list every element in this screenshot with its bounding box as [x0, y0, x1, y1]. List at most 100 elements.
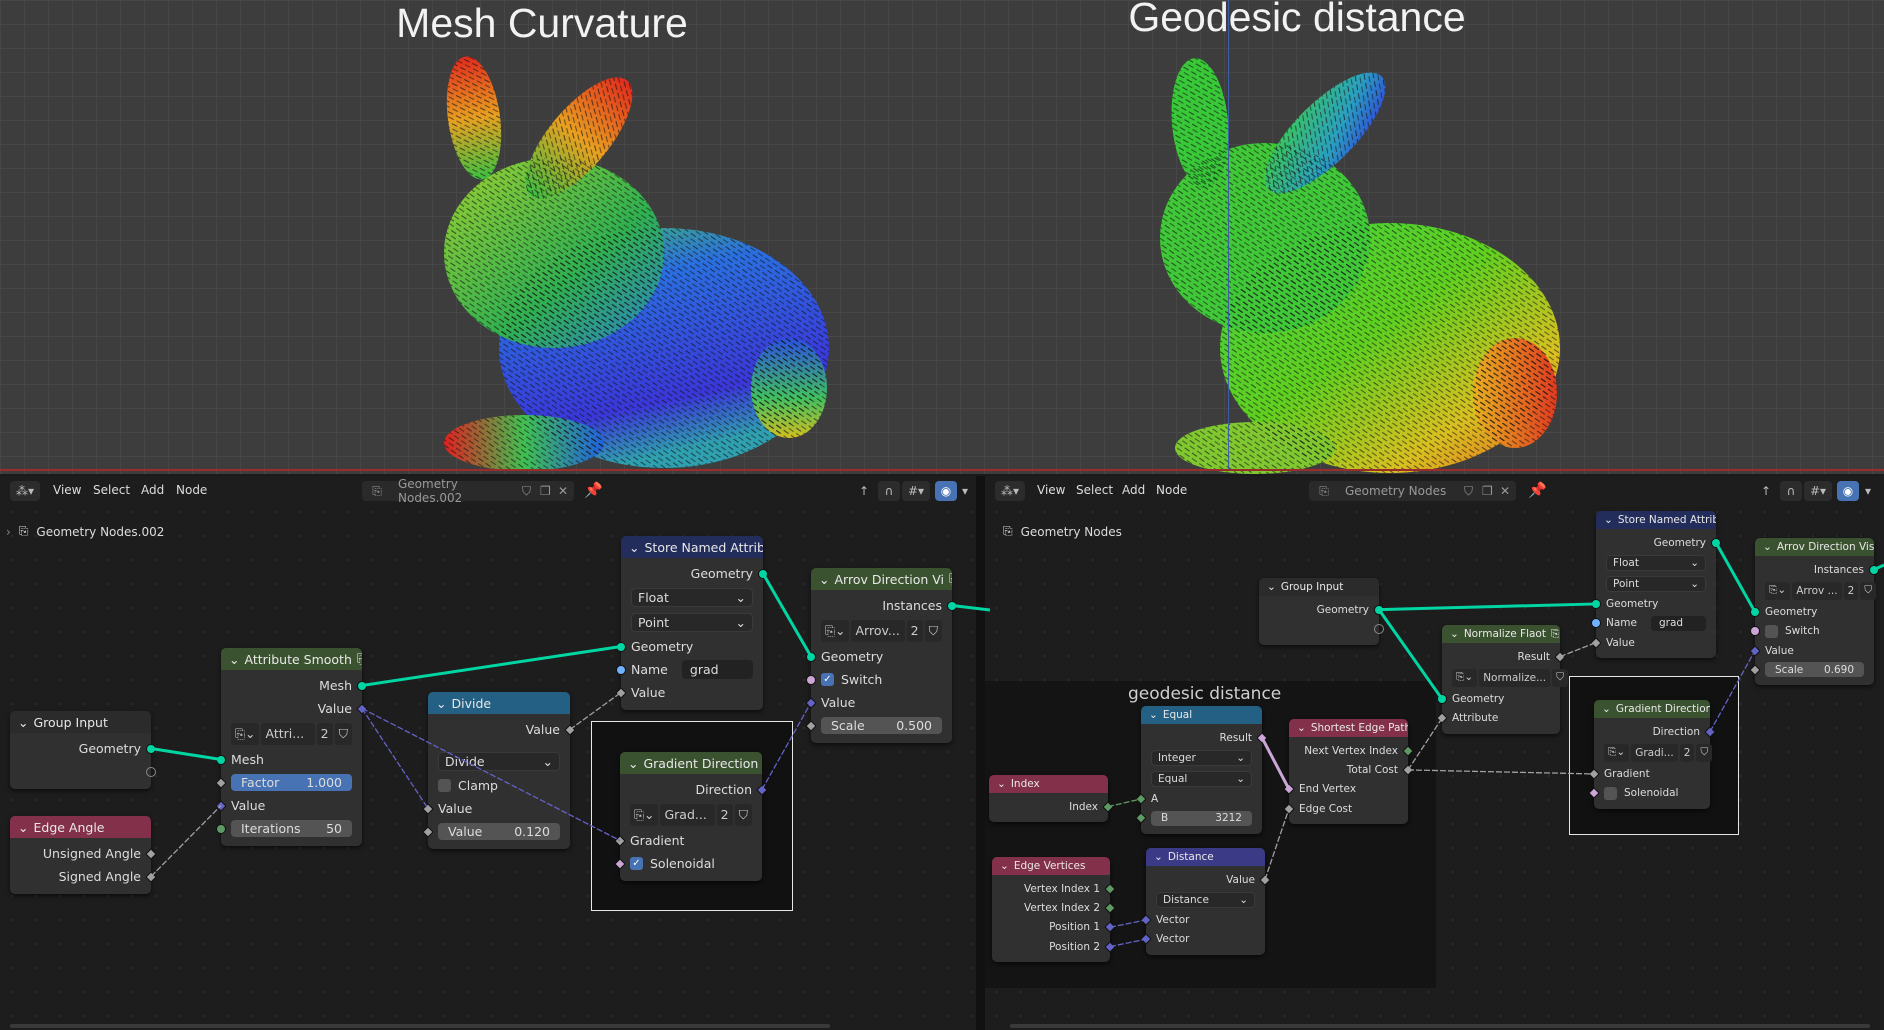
editor-separator[interactable] [976, 476, 985, 1030]
chevron-down-icon[interactable]: ⌄ [229, 652, 239, 667]
socket-geometry[interactable] [1437, 693, 1447, 704]
node-gi-r[interactable]: ⌄ Group Input Geometry [1259, 578, 1384, 645]
node-edgev[interactable]: ⌄ Edge Vertices Vertex Index 1 Vertex Inde… [992, 857, 1116, 963]
overlay-icon[interactable]: ◉ [1837, 481, 1859, 501]
chevron-down-icon[interactable]: ⌄ [628, 756, 638, 771]
node-arrow-l[interactable]: ⌄ Arrov Direction Vi⎘Instances⎘⌄Arrov...… [805, 568, 957, 743]
node-grad-r[interactable]: ⌄ Gradient Direction⎘ Direction ⎘⌄Gradi...… [1588, 700, 1716, 809]
snap-grid-icon[interactable]: #▾ [902, 481, 930, 501]
socket-row[interactable]: Name grad [616, 658, 763, 681]
node-tree-icon[interactable]: ⎘⌄ [630, 803, 659, 827]
node-header[interactable]: ⌄ Divide [428, 692, 570, 714]
socket-row[interactable]: ✓ Switch [806, 668, 952, 691]
node-group-selector[interactable]: ⎘⌄ Normalize... ⛉ [1452, 668, 1568, 687]
chevron-down-icon[interactable]: ⌄ [819, 572, 829, 587]
node-group-icon[interactable]: ⎘ [758, 755, 762, 771]
node-smooth[interactable]: ⌄ Attribute Smooth ⎘ Mesh Value ⎘⌄ Attri... 2 ⛉… [215, 648, 368, 846]
menu-select[interactable]: Select [1076, 483, 1113, 497]
slider-value[interactable]: Value 0.120 [438, 822, 560, 841]
chevron-right-icon[interactable]: › [6, 525, 11, 539]
socket-row[interactable]: Distance ⌄ [1146, 889, 1265, 910]
socket-float[interactable] [215, 776, 227, 789]
node-header[interactable]: ⌄ Group Input [10, 711, 151, 733]
horizontal-scrollbar[interactable] [1010, 1024, 1870, 1028]
node-group-name[interactable]: Attri... [261, 722, 315, 746]
node-tree-selector[interactable]: ⎘ Geometry Nodes.002 ⛉ ❐ ✕ [362, 477, 574, 505]
slider-factor[interactable]: Factor 1.000 [231, 773, 352, 792]
node-header[interactable]: ⌄ Gradient Direction⎘ [1594, 700, 1710, 718]
node-header[interactable]: ⌄ Arrov Direction Vi⎘ [811, 568, 952, 590]
fake-user-shield-icon[interactable]: ⛉ [1696, 743, 1713, 762]
fake-user-shield-icon[interactable]: ⛉ [1464, 484, 1482, 499]
node-group-icon[interactable]: ⎘ [944, 571, 952, 587]
slider-scale[interactable]: Scale 0.500 [821, 716, 942, 735]
node-header[interactable]: ⌄ Group Input [1259, 578, 1379, 596]
socket-geometry[interactable] [806, 651, 816, 662]
socket-float[interactable] [422, 825, 434, 838]
socket-hollow[interactable] [146, 766, 156, 777]
socket-row[interactable]: Solenoidal [1588, 784, 1710, 803]
socket-geometry[interactable] [947, 600, 957, 611]
socket-float[interactable] [615, 686, 627, 699]
node-header[interactable]: ⌄ Shortest Edge Paths [1289, 719, 1408, 737]
checkbox[interactable]: ✓ [821, 673, 834, 686]
node-group-selector[interactable]: ⎘⌄ Arrov... 2 ⛉ [821, 619, 942, 643]
socket-geometry[interactable] [758, 568, 768, 579]
socket-row[interactable]: B 3212 [1135, 809, 1262, 828]
chevron-down-icon[interactable]: ⌄ [1149, 709, 1158, 721]
dropdown[interactable]: Equal ⌄ [1151, 770, 1252, 787]
node-tree-icon[interactable]: ⎘⌄ [1452, 668, 1478, 687]
chevron-down-icon[interactable]: ⌄ [18, 715, 28, 730]
dropdown[interactable]: Integer ⌄ [1151, 749, 1252, 766]
node-edge-angle[interactable]: ⌄ Edge Angle Unsigned Angle Signed Angle [10, 816, 157, 894]
socket-float[interactable] [145, 847, 157, 860]
socket-row[interactable]: Name grad [1591, 614, 1716, 633]
snap-grid-icon[interactable]: #▾ [1804, 481, 1832, 501]
socket-float[interactable] [1436, 712, 1448, 724]
socket-row[interactable]: Point ⌄ [621, 610, 763, 635]
node-group-name[interactable]: Arrov ... [1792, 581, 1842, 600]
chevron-down-icon[interactable]: ⌄ [1763, 541, 1772, 553]
node-grad-l[interactable]: ⌄ Gradient Direction⎘Direction⎘⌄Grad...2… [614, 752, 768, 881]
chevron-down-icon[interactable]: ⌄ [1000, 860, 1009, 872]
menu-add[interactable]: Add [1122, 483, 1145, 497]
slider-b[interactable]: B 3212 [1151, 810, 1252, 826]
socket-vector[interactable] [1749, 644, 1761, 657]
overlay-icon[interactable]: ◉ [935, 481, 957, 501]
socket-vector[interactable] [215, 799, 227, 812]
node-header[interactable]: ⌄ Distance [1146, 848, 1265, 866]
chevron-down-icon[interactable]: ⌄ [18, 820, 28, 835]
socket-row[interactable]: Float ⌄ [1596, 552, 1716, 573]
socket-row[interactable]: Scale 0.500 [805, 714, 952, 737]
3d-viewport[interactable]: Mesh Curvature Geodesic distance [0, 0, 1884, 474]
node-group-selector[interactable]: ⎘⌄ Attri... 2 ⛉ [231, 722, 352, 746]
pin-icon[interactable]: 📌 [1528, 481, 1547, 499]
checkbox[interactable] [438, 779, 451, 792]
socket-float[interactable] [1554, 650, 1566, 663]
snap-icon[interactable]: ∩ [1780, 481, 1802, 501]
socket-row[interactable]: Value 0.120 [422, 820, 570, 843]
node-tree-selector[interactable]: ⎘ Geometry Nodes ⛉ ❐ ✕ [1309, 481, 1516, 501]
node-header[interactable]: ⌄ Edge Angle [10, 816, 151, 838]
socket-row[interactable]: ⎘⌄ Arrov... 2 ⛉ [811, 617, 952, 645]
chevron-down-icon[interactable]: ⌄ [1604, 514, 1613, 526]
node-group-name[interactable]: Gradi... [1631, 743, 1678, 762]
chevron-down-icon[interactable]: ⌄ [629, 540, 639, 555]
socket-boolean[interactable] [806, 674, 816, 685]
chevron-down-icon[interactable]: ⌄ [1602, 703, 1611, 715]
socket-float[interactable] [805, 719, 817, 732]
menu-add[interactable]: Add [141, 483, 164, 497]
socket-vector[interactable] [805, 696, 817, 709]
node-group-name[interactable]: Arrov... [851, 619, 905, 643]
node-group-selector[interactable]: ⎘⌄ Grad... 2 ⛉ [630, 803, 752, 827]
socket-hollow[interactable] [1374, 623, 1384, 634]
node-header[interactable]: ⌄ Normalize Flaot ⎘ [1442, 625, 1560, 643]
pin-icon[interactable]: 📌 [584, 481, 603, 499]
parent-up-icon[interactable]: ↑ [855, 481, 873, 501]
editor-type-button[interactable]: ⁂▾ [995, 481, 1025, 501]
node-group-selector[interactable]: ⎘⌄ Arrov ... 2 ⛉ [1765, 581, 1877, 600]
socket-row[interactable]: ✓ Solenoidal [614, 852, 762, 875]
node-tree-name[interactable]: Geometry Nodes.002 [392, 477, 522, 505]
fake-user-shield-icon[interactable]: ⛉ [334, 722, 352, 746]
socket-geometry[interactable] [616, 641, 626, 652]
